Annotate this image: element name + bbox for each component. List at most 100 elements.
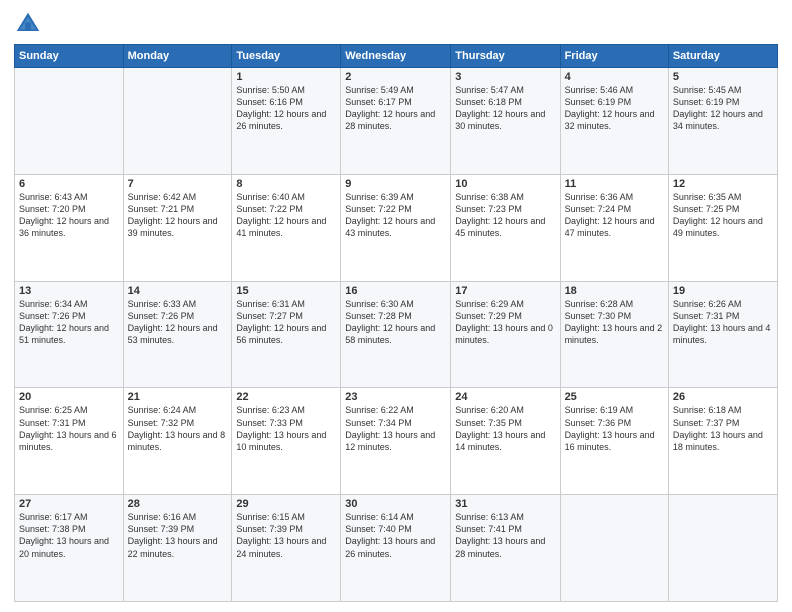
calendar-cell: 13Sunrise: 6:34 AM Sunset: 7:26 PM Dayli…	[15, 281, 124, 388]
day-number: 14	[128, 285, 228, 297]
day-number: 21	[128, 391, 228, 403]
day-number: 23	[345, 391, 446, 403]
day-info: Sunrise: 5:46 AM Sunset: 6:19 PM Dayligh…	[565, 84, 664, 133]
calendar-cell: 26Sunrise: 6:18 AM Sunset: 7:37 PM Dayli…	[668, 388, 777, 495]
day-number: 25	[565, 391, 664, 403]
calendar-header: Sunday Monday Tuesday Wednesday Thursday…	[15, 45, 778, 68]
day-info: Sunrise: 6:42 AM Sunset: 7:21 PM Dayligh…	[128, 191, 228, 240]
day-number: 30	[345, 498, 446, 510]
calendar-week-row: 6Sunrise: 6:43 AM Sunset: 7:20 PM Daylig…	[15, 174, 778, 281]
day-number: 15	[236, 285, 336, 297]
day-info: Sunrise: 6:24 AM Sunset: 7:32 PM Dayligh…	[128, 404, 228, 453]
day-number: 2	[345, 71, 446, 83]
calendar-table: Sunday Monday Tuesday Wednesday Thursday…	[14, 44, 778, 602]
calendar-cell: 30Sunrise: 6:14 AM Sunset: 7:40 PM Dayli…	[341, 495, 451, 602]
day-info: Sunrise: 6:40 AM Sunset: 7:22 PM Dayligh…	[236, 191, 336, 240]
day-info: Sunrise: 5:45 AM Sunset: 6:19 PM Dayligh…	[673, 84, 773, 133]
calendar-cell: 21Sunrise: 6:24 AM Sunset: 7:32 PM Dayli…	[123, 388, 232, 495]
calendar-week-row: 13Sunrise: 6:34 AM Sunset: 7:26 PM Dayli…	[15, 281, 778, 388]
day-info: Sunrise: 6:25 AM Sunset: 7:31 PM Dayligh…	[19, 404, 119, 453]
calendar-cell: 6Sunrise: 6:43 AM Sunset: 7:20 PM Daylig…	[15, 174, 124, 281]
page: Sunday Monday Tuesday Wednesday Thursday…	[0, 0, 792, 612]
calendar-week-row: 27Sunrise: 6:17 AM Sunset: 7:38 PM Dayli…	[15, 495, 778, 602]
day-number: 19	[673, 285, 773, 297]
calendar-cell: 7Sunrise: 6:42 AM Sunset: 7:21 PM Daylig…	[123, 174, 232, 281]
calendar-cell: 29Sunrise: 6:15 AM Sunset: 7:39 PM Dayli…	[232, 495, 341, 602]
day-info: Sunrise: 6:38 AM Sunset: 7:23 PM Dayligh…	[455, 191, 555, 240]
day-info: Sunrise: 6:36 AM Sunset: 7:24 PM Dayligh…	[565, 191, 664, 240]
col-wednesday: Wednesday	[341, 45, 451, 68]
day-number: 22	[236, 391, 336, 403]
calendar-cell: 3Sunrise: 5:47 AM Sunset: 6:18 PM Daylig…	[451, 68, 560, 175]
calendar-cell: 17Sunrise: 6:29 AM Sunset: 7:29 PM Dayli…	[451, 281, 560, 388]
calendar-cell	[123, 68, 232, 175]
day-info: Sunrise: 6:17 AM Sunset: 7:38 PM Dayligh…	[19, 511, 119, 560]
calendar-cell: 4Sunrise: 5:46 AM Sunset: 6:19 PM Daylig…	[560, 68, 668, 175]
calendar-cell: 1Sunrise: 5:50 AM Sunset: 6:16 PM Daylig…	[232, 68, 341, 175]
col-monday: Monday	[123, 45, 232, 68]
day-number: 16	[345, 285, 446, 297]
calendar-cell: 10Sunrise: 6:38 AM Sunset: 7:23 PM Dayli…	[451, 174, 560, 281]
col-thursday: Thursday	[451, 45, 560, 68]
day-info: Sunrise: 6:22 AM Sunset: 7:34 PM Dayligh…	[345, 404, 446, 453]
calendar-cell: 31Sunrise: 6:13 AM Sunset: 7:41 PM Dayli…	[451, 495, 560, 602]
calendar-cell: 8Sunrise: 6:40 AM Sunset: 7:22 PM Daylig…	[232, 174, 341, 281]
calendar-week-row: 20Sunrise: 6:25 AM Sunset: 7:31 PM Dayli…	[15, 388, 778, 495]
weekday-row: Sunday Monday Tuesday Wednesday Thursday…	[15, 45, 778, 68]
day-info: Sunrise: 6:34 AM Sunset: 7:26 PM Dayligh…	[19, 298, 119, 347]
day-info: Sunrise: 6:31 AM Sunset: 7:27 PM Dayligh…	[236, 298, 336, 347]
day-info: Sunrise: 6:18 AM Sunset: 7:37 PM Dayligh…	[673, 404, 773, 453]
calendar-cell: 2Sunrise: 5:49 AM Sunset: 6:17 PM Daylig…	[341, 68, 451, 175]
calendar-cell: 20Sunrise: 6:25 AM Sunset: 7:31 PM Dayli…	[15, 388, 124, 495]
calendar-cell: 15Sunrise: 6:31 AM Sunset: 7:27 PM Dayli…	[232, 281, 341, 388]
day-info: Sunrise: 6:29 AM Sunset: 7:29 PM Dayligh…	[455, 298, 555, 347]
calendar-cell: 25Sunrise: 6:19 AM Sunset: 7:36 PM Dayli…	[560, 388, 668, 495]
day-info: Sunrise: 6:28 AM Sunset: 7:30 PM Dayligh…	[565, 298, 664, 347]
day-number: 3	[455, 71, 555, 83]
calendar-cell: 28Sunrise: 6:16 AM Sunset: 7:39 PM Dayli…	[123, 495, 232, 602]
day-number: 27	[19, 498, 119, 510]
day-info: Sunrise: 6:15 AM Sunset: 7:39 PM Dayligh…	[236, 511, 336, 560]
day-info: Sunrise: 6:33 AM Sunset: 7:26 PM Dayligh…	[128, 298, 228, 347]
day-info: Sunrise: 6:30 AM Sunset: 7:28 PM Dayligh…	[345, 298, 446, 347]
day-number: 26	[673, 391, 773, 403]
calendar-cell: 16Sunrise: 6:30 AM Sunset: 7:28 PM Dayli…	[341, 281, 451, 388]
calendar-cell: 27Sunrise: 6:17 AM Sunset: 7:38 PM Dayli…	[15, 495, 124, 602]
day-number: 17	[455, 285, 555, 297]
day-number: 29	[236, 498, 336, 510]
calendar-cell	[668, 495, 777, 602]
col-friday: Friday	[560, 45, 668, 68]
day-info: Sunrise: 5:49 AM Sunset: 6:17 PM Dayligh…	[345, 84, 446, 133]
calendar-cell: 12Sunrise: 6:35 AM Sunset: 7:25 PM Dayli…	[668, 174, 777, 281]
calendar-cell: 11Sunrise: 6:36 AM Sunset: 7:24 PM Dayli…	[560, 174, 668, 281]
calendar-cell: 19Sunrise: 6:26 AM Sunset: 7:31 PM Dayli…	[668, 281, 777, 388]
logo-icon	[14, 10, 42, 38]
day-info: Sunrise: 6:23 AM Sunset: 7:33 PM Dayligh…	[236, 404, 336, 453]
logo	[14, 10, 46, 38]
calendar-cell: 23Sunrise: 6:22 AM Sunset: 7:34 PM Dayli…	[341, 388, 451, 495]
calendar-cell: 14Sunrise: 6:33 AM Sunset: 7:26 PM Dayli…	[123, 281, 232, 388]
calendar-body: 1Sunrise: 5:50 AM Sunset: 6:16 PM Daylig…	[15, 68, 778, 602]
day-number: 24	[455, 391, 555, 403]
day-info: Sunrise: 6:39 AM Sunset: 7:22 PM Dayligh…	[345, 191, 446, 240]
day-info: Sunrise: 6:26 AM Sunset: 7:31 PM Dayligh…	[673, 298, 773, 347]
day-number: 8	[236, 178, 336, 190]
calendar-cell: 22Sunrise: 6:23 AM Sunset: 7:33 PM Dayli…	[232, 388, 341, 495]
day-number: 28	[128, 498, 228, 510]
calendar-cell: 24Sunrise: 6:20 AM Sunset: 7:35 PM Dayli…	[451, 388, 560, 495]
calendar-week-row: 1Sunrise: 5:50 AM Sunset: 6:16 PM Daylig…	[15, 68, 778, 175]
calendar-cell	[560, 495, 668, 602]
col-saturday: Saturday	[668, 45, 777, 68]
day-number: 5	[673, 71, 773, 83]
day-info: Sunrise: 6:14 AM Sunset: 7:40 PM Dayligh…	[345, 511, 446, 560]
day-number: 13	[19, 285, 119, 297]
day-number: 12	[673, 178, 773, 190]
header	[14, 10, 778, 38]
day-info: Sunrise: 6:16 AM Sunset: 7:39 PM Dayligh…	[128, 511, 228, 560]
col-sunday: Sunday	[15, 45, 124, 68]
day-number: 20	[19, 391, 119, 403]
day-info: Sunrise: 6:20 AM Sunset: 7:35 PM Dayligh…	[455, 404, 555, 453]
calendar-cell: 18Sunrise: 6:28 AM Sunset: 7:30 PM Dayli…	[560, 281, 668, 388]
day-info: Sunrise: 5:50 AM Sunset: 6:16 PM Dayligh…	[236, 84, 336, 133]
calendar-cell: 9Sunrise: 6:39 AM Sunset: 7:22 PM Daylig…	[341, 174, 451, 281]
